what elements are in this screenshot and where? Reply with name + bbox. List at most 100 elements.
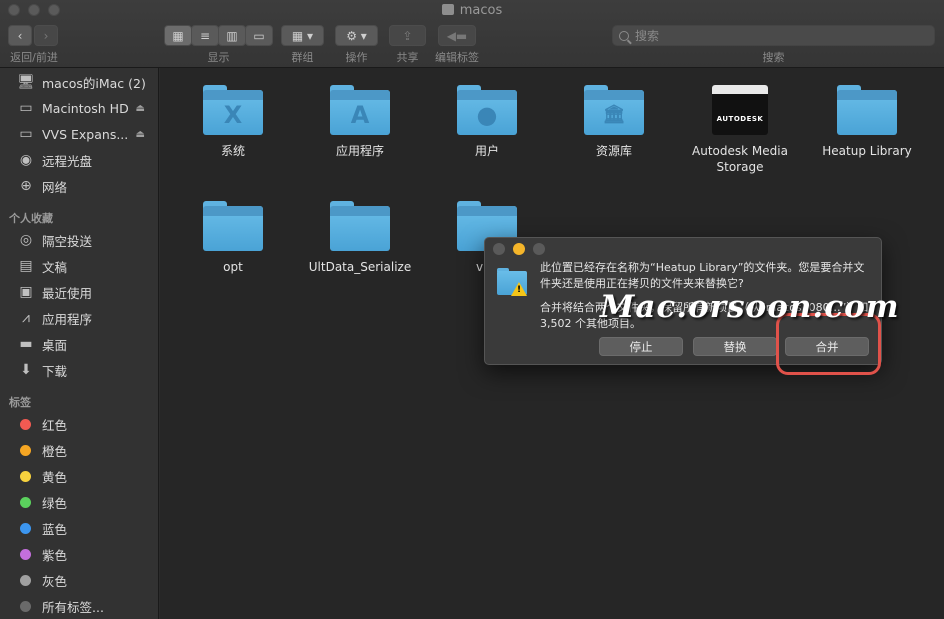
sidebar-item-label: 最近使用 xyxy=(42,285,93,301)
file-item-applications[interactable]: A 应用程序 xyxy=(295,85,425,159)
applications-icon: ⩘ xyxy=(22,310,30,326)
gallery-view-button[interactable]: ▭ xyxy=(245,25,273,46)
sidebar-item-label: 桌面 xyxy=(42,337,68,353)
group-label: 群组 xyxy=(291,51,314,64)
tag-label: 橙色 xyxy=(42,443,68,459)
dialog-message: 此位置已经存在名称为“Heatup Library”的文件夹。您是要合并文件夹还… xyxy=(540,261,865,290)
eject-icon[interactable]: ⏏ xyxy=(136,129,145,140)
file-name: 资源库 xyxy=(595,144,632,158)
search-input[interactable]: 搜索 xyxy=(612,25,935,46)
tag-label: 蓝色 xyxy=(42,521,68,537)
sidebar-item-remote-disc[interactable]: ◉ 远程光盘 xyxy=(0,149,159,171)
search-placeholder: 搜索 xyxy=(635,29,660,43)
eject-icon[interactable]: ⏏ xyxy=(136,103,145,114)
tag-label: 黄色 xyxy=(42,469,68,485)
dialog-close-button[interactable] xyxy=(493,243,505,255)
folder-icon xyxy=(837,85,897,135)
sidebar-item-label: 文稿 xyxy=(42,259,68,275)
sidebar-tag-yellow[interactable]: 黄色 xyxy=(0,465,159,487)
file-item-ultdata[interactable]: UltData_Serialize xyxy=(295,201,425,275)
sidebar-all-tags[interactable]: 所有标签... xyxy=(0,595,159,617)
file-item-opt[interactable]: opt xyxy=(168,201,298,275)
tag-label: 灰色 xyxy=(42,573,68,589)
forward-button[interactable]: › xyxy=(34,25,58,46)
tag-label: 所有标签... xyxy=(42,599,104,615)
sidebar-tag-green[interactable]: 绿色 xyxy=(0,491,159,513)
file-item-library[interactable]: 🏛 资源库 xyxy=(549,85,679,159)
sidebar-tag-gray[interactable]: 灰色 xyxy=(0,569,159,591)
harddisk-icon: ▭ xyxy=(19,126,33,142)
replace-button[interactable]: 替换 xyxy=(693,337,777,356)
file-name: Heatup Library xyxy=(822,144,912,158)
dialog-minimize-button[interactable] xyxy=(513,243,525,255)
sidebar-item-label: macos的iMac (2) xyxy=(42,75,146,91)
users-folder-icon: ● xyxy=(457,85,517,135)
sidebar-item-recents[interactable]: ▣ 最近使用 xyxy=(0,281,159,303)
sidebar-item-label: 远程光盘 xyxy=(42,153,93,169)
back-button[interactable]: ‹ xyxy=(8,25,32,46)
tag-label: 紫色 xyxy=(42,547,68,563)
file-item-heatup-library[interactable]: Heatup Library xyxy=(802,85,932,159)
green-tag-dot-icon xyxy=(20,496,31,508)
file-item-system[interactable]: X 系统 xyxy=(168,85,298,159)
sidebar-item-desktop[interactable]: ▬ 桌面 xyxy=(0,333,159,355)
action-button[interactable]: ⚙ ▾ xyxy=(335,25,378,46)
sidebar-tag-purple[interactable]: 紫色 xyxy=(0,543,159,565)
tag-label: 绿色 xyxy=(42,495,68,511)
group-icon: ▦ ▾ xyxy=(291,28,314,43)
sidebar-item-macintosh-hd[interactable]: ▭ Macintosh HD ⏏ xyxy=(0,97,159,119)
list-view-button[interactable]: ≡ xyxy=(191,25,219,46)
yellow-tag-dot-icon xyxy=(20,470,31,482)
group-button[interactable]: ▦ ▾ xyxy=(281,25,324,46)
file-name: 系统 xyxy=(220,144,245,158)
sidebar-item-airdrop[interactable]: ◎ 隔空投送 xyxy=(0,229,159,251)
file-item-users[interactable]: ● 用户 xyxy=(422,85,552,159)
columns-icon: ▥ xyxy=(226,28,238,43)
tags-label: 编辑标签 xyxy=(435,51,479,64)
blue-tag-dot-icon xyxy=(20,522,31,534)
download-icon: ⬇ xyxy=(20,362,32,378)
merge-dialog: ! 此位置已经存在名称为“Heatup Library”的文件夹。您是要合并文件… xyxy=(484,237,882,365)
sidebar-item-label: VVS Expans... xyxy=(42,126,129,142)
dialog-detail: 合并将结合两个文件夹，保留所有新项目（从“macos1080…”）和3,502 … xyxy=(540,301,869,330)
favorites-heading: 个人收藏 xyxy=(9,212,53,225)
grid-icon: ▦ xyxy=(172,28,184,43)
sidebar-item-network[interactable]: ⊕ 网络 xyxy=(0,175,159,197)
airdrop-icon: ◎ xyxy=(19,232,33,248)
sidebar-item-downloads[interactable]: ⬇ 下载 xyxy=(0,359,159,381)
sidebar-item-documents[interactable]: ▤ 文稿 xyxy=(0,255,159,277)
merge-button[interactable]: 合并 xyxy=(785,337,869,356)
sidebar-item-label: 网络 xyxy=(42,179,68,195)
tags-heading: 标签 xyxy=(9,396,31,409)
sidebar-tag-orange[interactable]: 橙色 xyxy=(0,439,159,461)
sidebar-item-imac[interactable]: 🖥 macos的iMac (2) xyxy=(0,71,159,93)
all-tags-dot-icon xyxy=(20,600,31,612)
file-item-autodesk[interactable]: AUTODESK Autodesk Media Storage xyxy=(675,85,805,175)
chevron-right-icon: › xyxy=(43,28,49,43)
share-icon: ⇪ xyxy=(402,28,413,43)
gray-tag-dot-icon xyxy=(20,574,31,586)
window-title-text: macos xyxy=(459,3,503,18)
gear-icon: ⚙ ▾ xyxy=(346,28,367,43)
share-button[interactable]: ⇪ xyxy=(389,25,426,46)
disc-icon: ◉ xyxy=(19,152,33,168)
file-name: 用户 xyxy=(474,144,499,158)
sidebar-item-applications[interactable]: ⩘ 应用程序 xyxy=(0,307,159,329)
autodesk-icon: AUTODESK xyxy=(712,85,768,135)
globe-icon: ⊕ xyxy=(20,178,32,194)
stop-button[interactable]: 停止 xyxy=(599,337,683,356)
file-name: opt xyxy=(223,260,243,274)
search-icon xyxy=(619,30,629,41)
sidebar-tag-red[interactable]: 红色 xyxy=(0,413,159,435)
edit-tags-button[interactable]: ◀▬ xyxy=(438,25,476,46)
column-view-button[interactable]: ▥ xyxy=(218,25,246,46)
desktop-icon: ▬ xyxy=(19,336,33,352)
icon-view-button[interactable]: ▦ xyxy=(164,25,192,46)
sidebar-item-vvs[interactable]: ▭ VVS Expans... ⏏ xyxy=(0,123,159,145)
sidebar-item-label: 下载 xyxy=(42,363,68,379)
library-folder-icon: 🏛 xyxy=(584,85,644,135)
dialog-zoom-button[interactable] xyxy=(533,243,545,255)
sidebar-tag-blue[interactable]: 蓝色 xyxy=(0,517,159,539)
folder-icon xyxy=(330,201,390,251)
file-name: 应用程序 xyxy=(335,144,384,158)
